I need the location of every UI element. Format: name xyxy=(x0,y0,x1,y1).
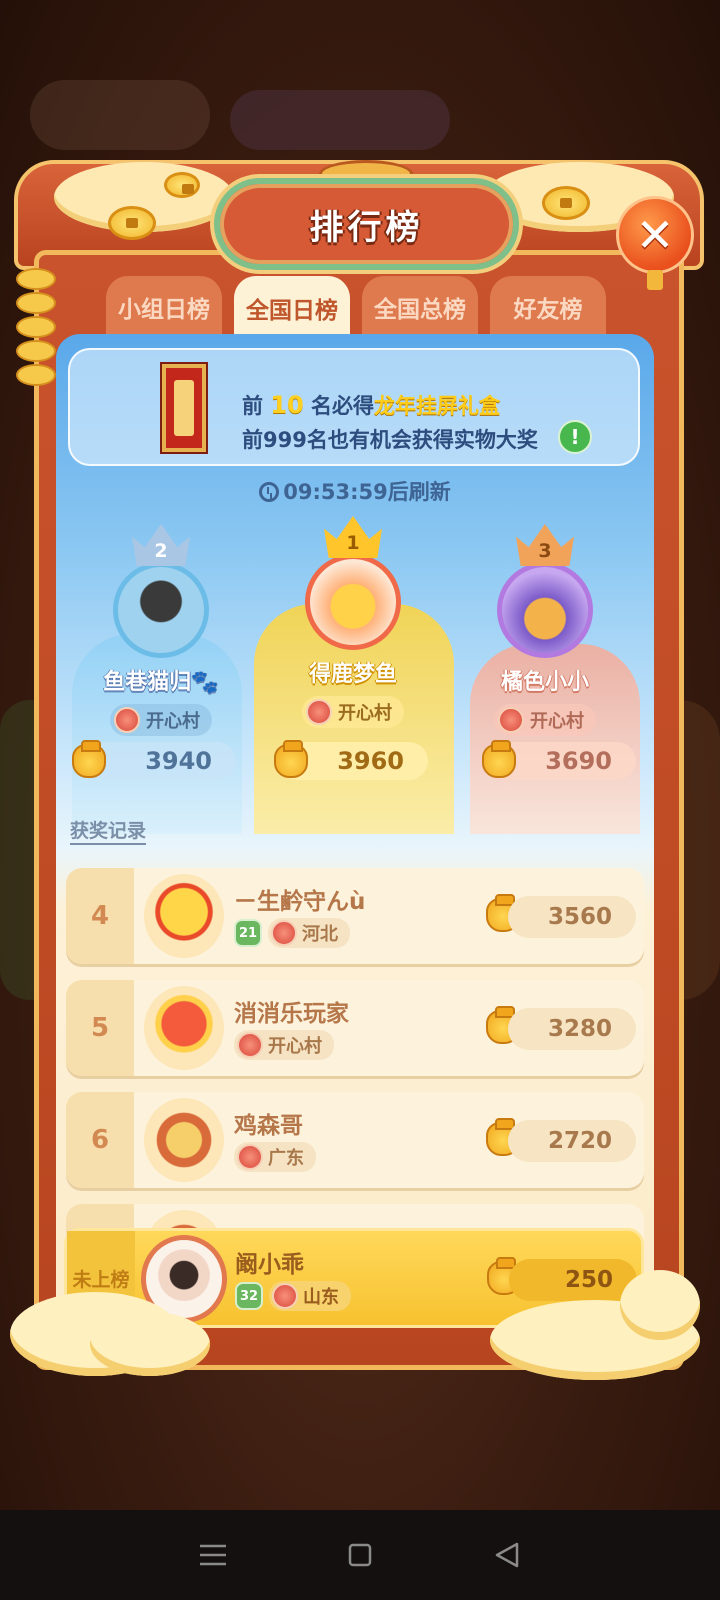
prize-record-link[interactable]: 获奖记录 xyxy=(70,816,147,845)
close-icon: ✕ xyxy=(635,208,675,262)
page-title: 排行榜 xyxy=(309,207,424,248)
banner-line-1: 前 10 名必得龙年挂屏礼盒 xyxy=(242,391,501,419)
prize-banner: 前 10 名必得龙年挂屏礼盒 前999名也有机会获得实物大奖 ! xyxy=(68,348,640,466)
level-badge: 21 xyxy=(234,919,262,947)
tab-group-daily[interactable]: 小组日榜 xyxy=(106,276,222,338)
rank-number: 5 xyxy=(66,980,134,1076)
avatar xyxy=(144,986,224,1070)
region-tag: 开心村 xyxy=(234,1030,334,1060)
tassel-decoration xyxy=(647,270,663,290)
avatar xyxy=(497,562,593,658)
refresh-timer: 09:53:59后刷新 xyxy=(56,476,654,506)
tab-national-daily[interactable]: 全国日榜 xyxy=(234,276,350,340)
player-name: 鸡森哥 xyxy=(234,1113,303,1139)
score: 250 xyxy=(509,1259,637,1301)
player-tags: 32 山东 xyxy=(235,1281,351,1311)
player-name: 消消乐玩家 xyxy=(234,1001,349,1027)
tab-friends[interactable]: 好友榜 xyxy=(490,276,606,338)
region-tag: 广东 xyxy=(234,1142,316,1172)
avatar xyxy=(113,562,209,658)
coin-decoration xyxy=(164,172,200,198)
banner-line-2: 前999名也有机会获得实物大奖 xyxy=(242,428,538,452)
avatar xyxy=(144,1098,224,1182)
podium-name: 得鹿梦鱼 xyxy=(308,662,397,687)
leaderboard-panel: 前 10 名必得龙年挂屏礼盒 前999名也有机会获得实物大奖 ! 09:53:5… xyxy=(56,334,654,1324)
table-row[interactable]: 4 ㄧ生鹶守んù 21 河北 3560 xyxy=(66,868,644,964)
region-tag: 开心村 xyxy=(110,704,212,736)
player-name: 阚小乖 xyxy=(235,1252,304,1278)
rank-number: 4 xyxy=(66,868,134,964)
lucky-bag-icon xyxy=(482,740,516,778)
coin-decoration xyxy=(108,206,156,240)
player-name: ㄧ生鹶守んù xyxy=(234,889,366,915)
avatar xyxy=(144,874,224,958)
podium-name: 橘色小小 xyxy=(500,670,589,695)
region-icon xyxy=(237,1032,263,1058)
podium-second[interactable]: 2 鱼巷猫归🐾 开心村 xyxy=(76,524,246,737)
podium-third[interactable]: 3 橘色小小 开心村 xyxy=(460,524,630,737)
score: 2720 xyxy=(508,1120,636,1162)
region-tag: 河北 xyxy=(268,918,350,948)
score: 3280 xyxy=(508,1008,636,1050)
score: 3560 xyxy=(508,896,636,938)
village-icon xyxy=(114,707,140,733)
region-icon xyxy=(237,1144,263,1170)
region-icon xyxy=(271,920,297,946)
podium-score: 3940 xyxy=(86,742,236,780)
title-plaque: 排行榜 xyxy=(214,178,519,270)
rank-number: 6 xyxy=(66,1092,134,1188)
avatar xyxy=(305,554,401,650)
village-icon xyxy=(498,707,524,733)
info-icon[interactable]: ! xyxy=(558,420,592,454)
close-button[interactable]: ✕ xyxy=(616,196,694,274)
region-tag: 山东 xyxy=(269,1281,351,1311)
gold-crown-icon: 1 xyxy=(324,516,382,558)
region-icon xyxy=(272,1283,298,1309)
region-tag: 开心村 xyxy=(494,704,596,736)
village-icon xyxy=(306,699,332,725)
tab-national-total[interactable]: 全国总榜 xyxy=(362,276,478,338)
silver-crown-icon: 2 xyxy=(132,524,190,566)
player-tags: 开心村 xyxy=(234,1030,334,1060)
region-tag: 开心村 xyxy=(302,696,404,728)
lucky-bag-icon xyxy=(72,740,106,778)
back-icon[interactable] xyxy=(487,1535,527,1575)
scroll-gift-image xyxy=(162,364,206,452)
table-row[interactable]: 6 鸡森哥 广东 2720 xyxy=(66,1092,644,1188)
podium-name: 鱼巷猫归🐾 xyxy=(103,670,219,695)
table-row[interactable]: 5 消消乐玩家 开心村 3280 xyxy=(66,980,644,1076)
player-tags: 广东 xyxy=(234,1142,316,1172)
home-icon[interactable] xyxy=(340,1535,380,1575)
hanging-coins-decoration xyxy=(16,268,56,408)
coin-decoration xyxy=(542,186,590,220)
level-badge: 32 xyxy=(235,1282,263,1310)
system-nav-bar xyxy=(0,1510,720,1600)
lucky-bag-icon xyxy=(274,740,308,778)
player-tags: 21 河北 xyxy=(234,918,350,948)
podium-first[interactable]: 1 得鹿梦鱼 开心村 xyxy=(268,516,438,729)
bronze-crown-icon: 3 xyxy=(516,524,574,566)
clock-icon xyxy=(259,482,280,502)
menu-icon[interactable] xyxy=(193,1535,233,1575)
tab-bar: 小组日榜 全国日榜 全国总榜 好友榜 xyxy=(106,276,606,340)
